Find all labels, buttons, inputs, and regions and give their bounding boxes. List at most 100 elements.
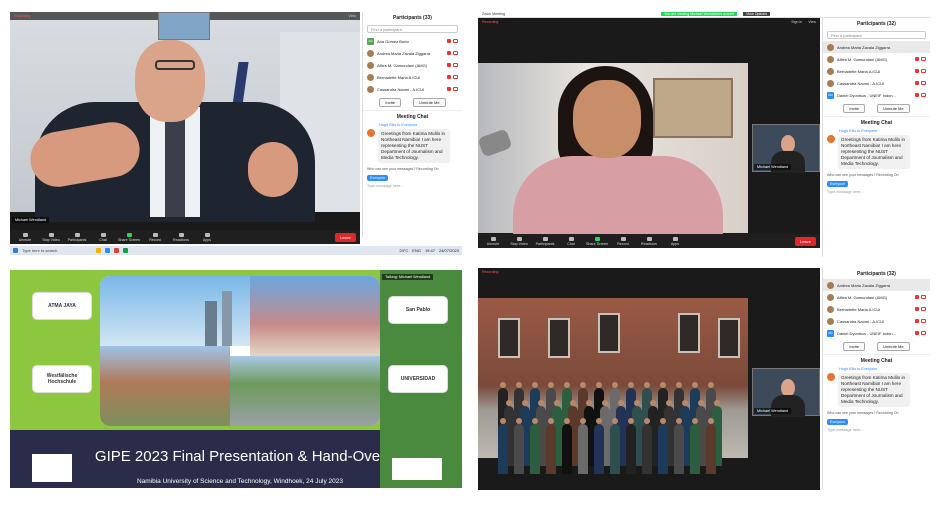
reactions-button[interactable]: Reactions <box>170 232 192 242</box>
speaker-video: Recording View Michael Wendland <box>10 12 360 230</box>
chat-button[interactable]: Chat <box>560 236 582 246</box>
participant-row[interactable]: Alfies M. Gamundani (AMG) <box>363 59 462 71</box>
taskbar-search[interactable]: Type here to search <box>22 248 92 253</box>
meeting-toolbar: Unmute Stop Video Participants Chat Shar… <box>10 230 360 244</box>
view-label[interactable]: View <box>348 14 356 18</box>
unmute-button[interactable]: Unmute <box>14 232 36 242</box>
chat-input[interactable]: Type message here... <box>823 427 930 433</box>
participant-row[interactable]: Cassandra Naomi - A.ICUI <box>823 315 930 327</box>
chat-recipient-select[interactable]: Everyone <box>367 175 389 181</box>
person <box>514 418 524 474</box>
chrome-icon[interactable] <box>114 248 119 253</box>
mic-muted-icon <box>447 63 451 67</box>
avatar <box>367 49 374 57</box>
participant-search[interactable]: Find a participant <box>827 31 926 39</box>
speaker-head <box>135 40 205 122</box>
self-view-thumbnail[interactable] <box>158 12 210 40</box>
participant-row[interactable]: Bernadette Maria A.ICUI <box>823 303 930 315</box>
avatar <box>827 43 834 51</box>
participant-search[interactable]: Find a participant <box>367 25 458 33</box>
reactions-button[interactable]: Reactions <box>638 236 660 246</box>
meeting-view-woman: Zoom Meeting You are viewing Michael Wen… <box>478 10 930 257</box>
stop-video-button[interactable]: Stop Video <box>40 232 62 242</box>
camera-off-icon <box>921 93 926 97</box>
share-screen-button[interactable]: Share Screen <box>118 232 140 242</box>
tower <box>222 291 232 346</box>
slide-title: GIPE 2023 Final Presentation & Hand-Over <box>94 448 386 465</box>
leave-button[interactable]: Leave <box>335 232 356 242</box>
chat-message: Greetings from Katima Mulilo in Northeas… <box>363 127 462 165</box>
participant-row[interactable]: Bernadette Maria A.ICUI <box>363 71 462 83</box>
windows-start-icon[interactable] <box>13 248 18 253</box>
apps-icon <box>672 236 678 241</box>
share-screen-button[interactable]: Share Screen <box>586 236 608 246</box>
person <box>658 418 668 474</box>
who-can-see[interactable]: Who can see your messages? Recording On <box>363 165 462 173</box>
apps-button[interactable]: Apps <box>664 236 686 246</box>
camera-icon <box>516 236 522 241</box>
cathedral-photo <box>250 276 380 356</box>
unmute-button[interactable]: Unmute <box>482 236 504 246</box>
participant-row[interactable]: Andrea Maria Zavala Ziggarra <box>823 41 930 53</box>
view-options-button[interactable]: View Options <box>743 11 771 16</box>
person <box>498 418 508 474</box>
participant-row[interactable]: Andrea Maria Zavala Ziggarra <box>823 279 930 291</box>
invite-button[interactable]: Invite <box>843 342 865 351</box>
view-label[interactable]: View <box>808 20 816 24</box>
who-can-see[interactable]: Who can see your messages? Recording On <box>823 171 930 179</box>
unmute-me-button[interactable]: Unmute Me <box>412 98 446 107</box>
participants-button[interactable]: Participants <box>66 232 88 242</box>
leave-button[interactable]: Leave <box>795 236 816 246</box>
smile-icon <box>646 236 652 241</box>
chat-input[interactable]: Type message here... <box>823 189 930 195</box>
participant-row[interactable]: AG Ana Gomez Burto <box>363 35 462 47</box>
chat-input[interactable]: Type message here... <box>363 183 462 189</box>
stop-video-button[interactable]: Stop Video <box>508 236 530 246</box>
mic-muted-icon <box>915 81 919 85</box>
hand-right <box>248 142 298 197</box>
participant-row[interactable]: Bernadette Maria A.ICUI <box>823 65 930 77</box>
recording-label: Recording <box>14 14 31 18</box>
participant-row[interactable]: Alfies M. Gamundani (AMG) <box>823 291 930 303</box>
apps-button[interactable]: Apps <box>196 232 218 242</box>
people-icon <box>74 232 80 237</box>
photo-collage <box>100 276 380 426</box>
explorer-icon[interactable] <box>96 248 101 253</box>
chat-button[interactable]: Chat <box>92 232 114 242</box>
unmute-me-button[interactable]: Unmute Me <box>876 104 910 113</box>
zoom-icon[interactable] <box>105 248 110 253</box>
participant-row[interactable]: Alfies M. Gamundani (AMG) <box>823 53 930 65</box>
mic-muted-icon <box>915 319 919 323</box>
window-titlebar: Zoom Meeting You are viewing Michael Wen… <box>478 10 930 18</box>
westfaelische-logo: Westfälische Hochschule <box>32 365 92 393</box>
signin-label[interactable]: Sign in <box>791 20 802 24</box>
record-button[interactable]: Record <box>612 236 634 246</box>
invite-button[interactable]: Invite <box>843 104 865 113</box>
participant-row[interactable]: Cassandra Naomi - A.ICUI <box>823 77 930 89</box>
participant-row[interactable]: DD Daniel Dyonisus - UNEIF Indon... <box>823 89 930 101</box>
participants-button[interactable]: Participants <box>534 236 556 246</box>
who-can-see[interactable]: Who can see your messages? Recording On <box>823 409 930 417</box>
excel-icon[interactable] <box>123 248 128 253</box>
participant-row[interactable]: DD Daniel Dyonisus - UNEIF Indon... <box>823 327 930 339</box>
german-ministry-logo <box>32 454 72 482</box>
chat-title: Meeting Chat <box>823 116 930 129</box>
chat-recipient-select[interactable]: Everyone <box>827 181 849 187</box>
chat-text: Greetings from Katima Mulilo in Northeas… <box>378 129 450 163</box>
mic-muted-icon <box>447 75 451 79</box>
old-town-photo <box>100 346 230 426</box>
face <box>573 80 641 158</box>
chat-recipient-select[interactable]: Everyone <box>827 419 849 425</box>
participant-row[interactable]: Andrea Maria Zavala Ziggarra <box>363 47 462 59</box>
mic-muted-icon <box>915 295 919 299</box>
participants-title: Participants (32) <box>857 21 896 27</box>
record-icon <box>152 232 158 237</box>
person <box>642 418 652 474</box>
glasses <box>155 60 195 70</box>
clock-time: 19:47 <box>424 248 435 253</box>
camera-off-icon <box>921 331 926 335</box>
unmute-me-button[interactable]: Unmute Me <box>876 342 910 351</box>
invite-button[interactable]: Invite <box>379 98 401 107</box>
participant-row[interactable]: Cassandra Naomi - A.ICUI <box>363 83 462 95</box>
record-button[interactable]: Record <box>144 232 166 242</box>
